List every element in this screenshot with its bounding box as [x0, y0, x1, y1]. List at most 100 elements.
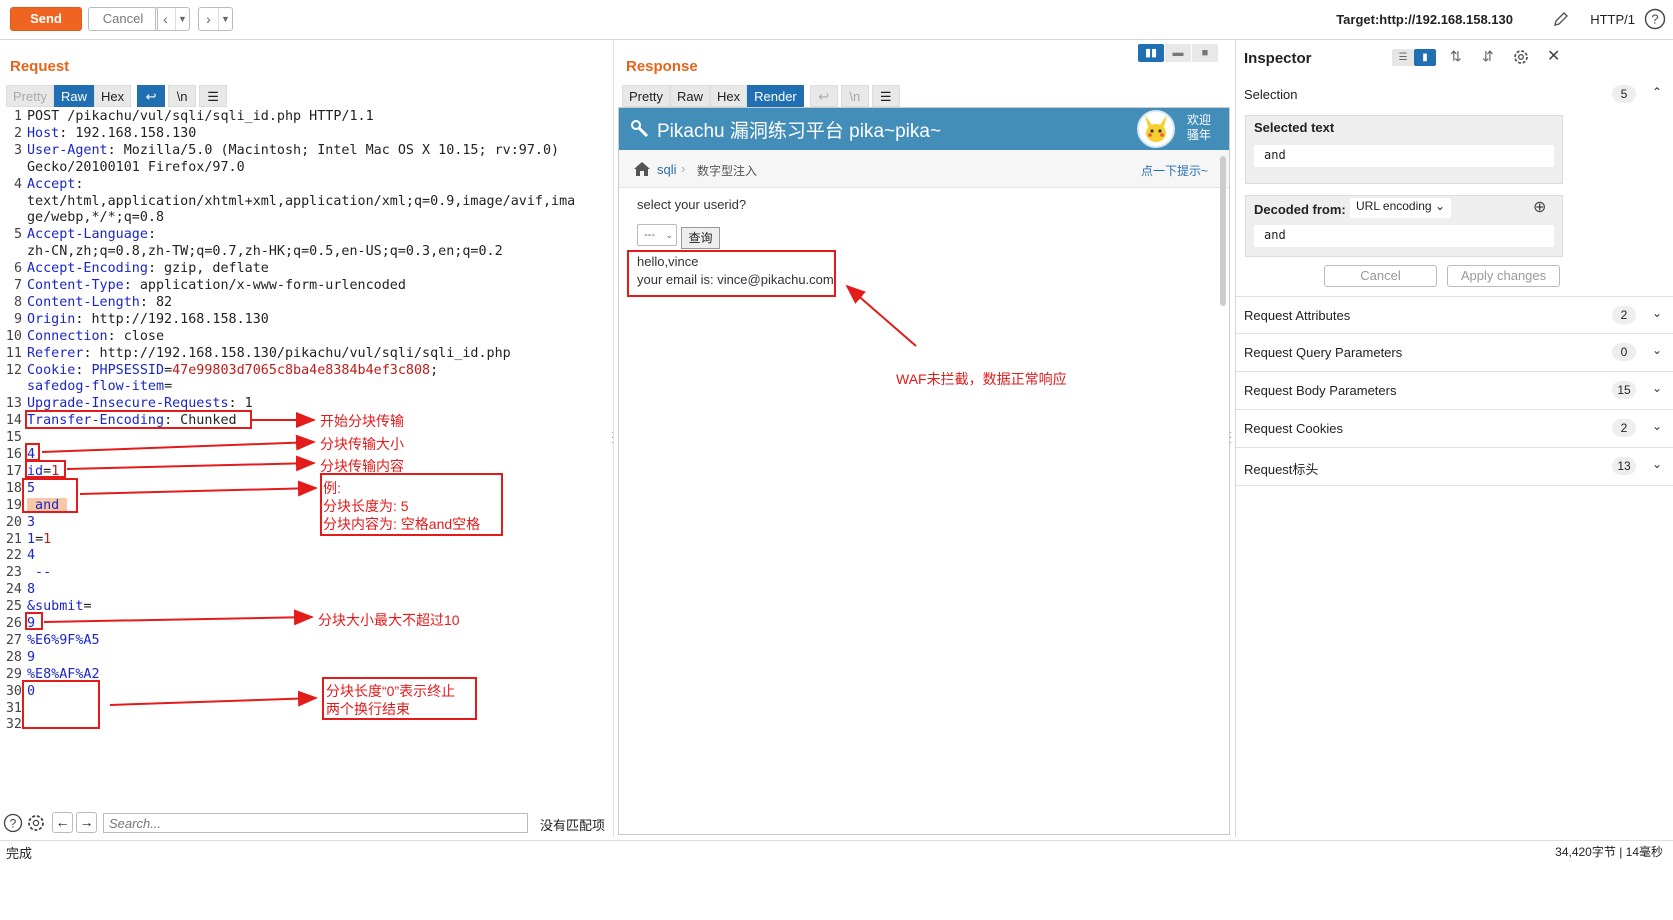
- tab-raw[interactable]: Raw: [669, 85, 710, 107]
- breadcrumb-current: 数字型注入: [697, 164, 758, 178]
- decoding-select-value: URL encoding: [1356, 199, 1432, 213]
- selection-label: Selection: [1244, 87, 1298, 102]
- show-newlines-toggle: \n: [840, 85, 869, 107]
- userid-select[interactable]: --- ⌄: [637, 224, 677, 246]
- chevron-down-icon[interactable]: ⌄: [1652, 381, 1662, 395]
- wrap-lines-icon: ↩: [809, 85, 838, 107]
- decoded-text-value[interactable]: and: [1254, 225, 1554, 247]
- pikachu-avatar-icon: [1145, 115, 1167, 142]
- section-request-cookies[interactable]: Request Cookies 2 ⌄: [1236, 410, 1673, 448]
- previous-match-icon[interactable]: ←: [52, 812, 73, 833]
- gear-icon[interactable]: [26, 813, 46, 833]
- tab-hex[interactable]: Hex: [709, 85, 748, 107]
- chevron-down-icon[interactable]: ⌄: [1652, 457, 1662, 471]
- layout-stacked-icon[interactable]: ▬: [1165, 44, 1191, 62]
- next-match-icon[interactable]: →: [76, 812, 97, 833]
- edit-pencil-icon[interactable]: [1552, 10, 1570, 28]
- query-button[interactable]: 查询: [681, 227, 720, 249]
- annotation-example-line3: 分块内容为: 空格and空格: [323, 516, 481, 532]
- annotation-start-chunked: 开始分块传输: [320, 413, 404, 429]
- section-count-badge: 15: [1612, 381, 1636, 399]
- selection-section-header[interactable]: Selection 5 ⌃: [1236, 76, 1673, 114]
- no-match-label: 没有匹配项: [540, 818, 606, 833]
- breadcrumb: sqli › 数字型注入 点一下提示~: [619, 150, 1229, 188]
- annotation-arrows: [41, 412, 318, 707]
- status-bar: 完成 34,420字节 | 14毫秒: [0, 840, 1673, 861]
- annotation-example-line1: 例:: [323, 480, 341, 496]
- status-text: 完成: [6, 846, 33, 861]
- help-icon[interactable]: ?: [1644, 8, 1666, 30]
- avatar: [1137, 110, 1175, 148]
- chevron-down-icon: ⌄: [665, 230, 673, 240]
- layout-tabs-icon[interactable]: ■: [1192, 44, 1218, 62]
- expand-all-icon[interactable]: ⇅: [1450, 48, 1462, 65]
- annotation-terminate: 分块长度“0”表示终止 两个换行结束: [326, 682, 455, 718]
- help-icon[interactable]: ?: [3, 813, 23, 833]
- response-scrollbar[interactable]: [1220, 156, 1226, 306]
- response-size-timing: 34,420字节 | 14毫秒: [1555, 845, 1663, 859]
- splitter-grip-icon[interactable]: · · ·: [611, 428, 614, 448]
- layout-toggle-group: ▮▮ ▬ ■: [1138, 44, 1218, 62]
- selected-text-value[interactable]: and: [1254, 145, 1554, 167]
- section-request-attributes[interactable]: Request Attributes 2 ⌄: [1236, 296, 1673, 334]
- search-input[interactable]: [103, 813, 528, 833]
- annotation-example-line2: 分块长度为: 5: [323, 498, 409, 514]
- chevron-down-icon[interactable]: ⌄: [1652, 419, 1662, 433]
- pikachu-title: Pikachu 漏洞练习平台 pika~pika~: [657, 121, 942, 142]
- section-count-badge: 2: [1612, 419, 1636, 437]
- welcome-text: 欢迎 骚年: [1187, 113, 1211, 143]
- inspector-title: Inspector: [1244, 50, 1312, 67]
- section-request-headers[interactable]: Request标头 13 ⌄: [1236, 448, 1673, 486]
- target-label: Target:http://192.168.158.130: [1336, 12, 1513, 27]
- welcome-line2: 骚年: [1187, 128, 1212, 142]
- tab-render[interactable]: Render: [747, 85, 804, 107]
- annotation-terminate-line2: 两个换行结束: [326, 701, 410, 717]
- inspector-panel: Inspector ☰ ▮ ⇅ ⇵ ✕ Selection 5 ⌃ Select…: [1235, 40, 1673, 837]
- annotation-max-size: 分块大小最大不超过10: [318, 612, 460, 628]
- decoding-select[interactable]: URL encoding ⌄: [1350, 198, 1452, 218]
- layout-list-icon[interactable]: ☰: [1392, 49, 1414, 66]
- section-request-query-parameters[interactable]: Request Query Parameters 0 ⌄: [1236, 334, 1673, 372]
- selected-text-box: Selected text and: [1245, 115, 1563, 184]
- annotation-terminate-line1: 分块长度“0”表示终止: [326, 683, 456, 699]
- layout-side-by-side-icon[interactable]: ▮▮: [1138, 44, 1164, 62]
- menu-icon[interactable]: ☰: [871, 85, 900, 107]
- close-icon[interactable]: ✕: [1547, 46, 1560, 66]
- section-label: Request Cookies: [1244, 421, 1343, 436]
- gear-icon[interactable]: [1512, 48, 1530, 66]
- chevron-down-icon: ⌄: [1434, 199, 1446, 213]
- chevron-up-icon[interactable]: ⌃: [1652, 85, 1662, 99]
- chevron-down-icon[interactable]: ⌄: [1652, 306, 1662, 320]
- home-icon[interactable]: [633, 161, 651, 177]
- annotation-waf: WAF未拦截，数据正常响应: [896, 371, 1067, 387]
- section-label: Request Query Parameters: [1244, 345, 1403, 360]
- userid-prompt: select your userid?: [637, 197, 747, 212]
- apply-changes-button[interactable]: Apply changes: [1447, 265, 1560, 287]
- layout-panel-icon[interactable]: ▮: [1414, 49, 1436, 66]
- section-request-body-parameters[interactable]: Request Body Parameters 15 ⌄: [1236, 372, 1673, 410]
- collapse-all-icon[interactable]: ⇵: [1482, 48, 1494, 65]
- section-count-badge: 2: [1612, 306, 1636, 324]
- chevron-down-icon[interactable]: ⌄: [1652, 343, 1662, 357]
- annotation-arrow-waf: [845, 284, 917, 347]
- welcome-line1: 欢迎: [1187, 113, 1212, 127]
- response-title: Response: [626, 58, 698, 75]
- pikachu-header: Pikachu 漏洞练习平台 pika~pika~ 欢迎 骚年: [619, 108, 1229, 150]
- selected-text-label: Selected text: [1254, 120, 1335, 135]
- section-count-badge: 13: [1612, 457, 1636, 475]
- hint-link[interactable]: 点一下提示~: [1141, 162, 1208, 179]
- http-version-label[interactable]: HTTP/1: [1590, 12, 1635, 27]
- selection-count-badge: 5: [1612, 85, 1636, 103]
- section-label: Request标头: [1244, 462, 1319, 477]
- section-count-badge: 0: [1612, 343, 1636, 361]
- decoded-from-label: Decoded from:: [1254, 202, 1346, 217]
- breadcrumb-separator-icon: ›: [681, 161, 686, 176]
- search-bar: ? ← → 没有匹配项: [0, 810, 612, 836]
- splitter-grip-icon[interactable]: · · ·: [1229, 428, 1232, 448]
- userid-select-value: ---: [644, 229, 655, 241]
- tab-pretty[interactable]: Pretty: [622, 85, 670, 107]
- inspector-cancel-button[interactable]: Cancel: [1324, 265, 1437, 287]
- section-label: Request Attributes: [1244, 308, 1351, 323]
- add-decoding-icon[interactable]: ⊕: [1533, 197, 1546, 217]
- breadcrumb-sqli-link[interactable]: sqli: [657, 162, 677, 177]
